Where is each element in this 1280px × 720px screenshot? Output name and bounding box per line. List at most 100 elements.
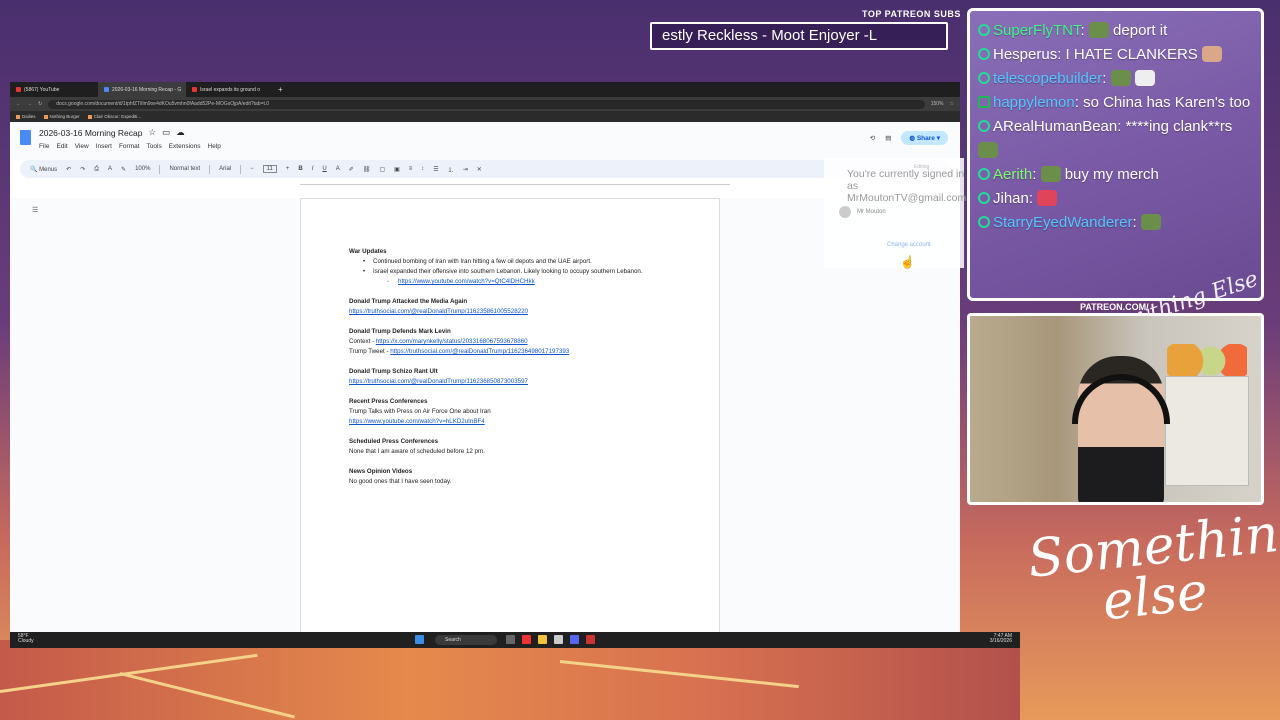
- bookmark-dailies[interactable]: Dailies: [16, 114, 36, 119]
- change-account-button[interactable]: Change account: [887, 242, 931, 248]
- italic-icon[interactable]: I: [312, 166, 314, 172]
- tab-label: (5867) YouTube: [24, 86, 60, 93]
- dresser: [1165, 376, 1249, 486]
- bold-icon[interactable]: B: [298, 166, 302, 172]
- document-canvas: ☰ War Updates Continued bombing of Iran …: [10, 198, 960, 644]
- heading-schizo-rant: Donald Trump Schizo Rant Ult: [349, 368, 438, 375]
- folder-icon: [87, 114, 92, 119]
- discord-icon[interactable]: [570, 635, 579, 644]
- menus-search[interactable]: 🔍 Menus: [30, 166, 57, 173]
- document-page[interactable]: War Updates Continued bombing of Iran wi…: [300, 198, 720, 644]
- chat-username: ARealHumanBean: [993, 118, 1118, 135]
- badge-icon: [978, 120, 990, 132]
- cloud-status-icon: ☁: [176, 127, 185, 137]
- trump-tweet-link[interactable]: https://truthsocial.com/@realDonaldTrump…: [390, 348, 569, 355]
- url-field[interactable]: docs.google.com/document/d/1tphfZTiIlm9o…: [48, 99, 925, 109]
- star-icon[interactable]: ☆: [148, 127, 156, 138]
- image-icon[interactable]: ▣: [394, 166, 400, 173]
- font-select[interactable]: Arial: [219, 166, 231, 172]
- comment-icon[interactable]: ▢: [379, 166, 385, 173]
- obs-icon[interactable]: [586, 635, 595, 644]
- tab-israel-news[interactable]: Israel expands its ground o: [186, 82, 274, 97]
- menu-edit[interactable]: Edit: [56, 143, 67, 150]
- schizo-truth-link[interactable]: https://truthsocial.com/@realDonaldTrump…: [349, 378, 528, 385]
- docs-icon: [104, 87, 109, 92]
- chat-username: StarryEyedWanderer: [993, 214, 1133, 231]
- clear-format-icon[interactable]: ✕: [477, 166, 482, 173]
- outline-icon[interactable]: ☰: [32, 206, 38, 214]
- something-else-logo: Something else: [1025, 500, 1280, 634]
- press-youtube-link[interactable]: https://www.youtube.com/watch?v=hLKD2uIn…: [349, 418, 485, 425]
- style-select[interactable]: Normal text: [169, 166, 200, 172]
- text-color-icon[interactable]: A: [336, 166, 340, 172]
- bookmark-label: Nothing Burger: [49, 114, 80, 119]
- increase-size-icon[interactable]: +: [286, 166, 290, 172]
- document-body[interactable]: War Updates Continued bombing of Iran wi…: [349, 247, 679, 487]
- menu-insert[interactable]: Insert: [96, 143, 112, 150]
- taskbar-search[interactable]: Search: [435, 635, 497, 645]
- heading-levin: Donald Trump Defends Mark Levin: [349, 328, 451, 335]
- numbered-list-icon[interactable]: ⒈: [448, 165, 454, 174]
- redo-icon[interactable]: ↷: [80, 166, 85, 173]
- font-size-input[interactable]: 11: [262, 165, 277, 173]
- weather-widget[interactable]: 58°F Cloudy: [18, 634, 34, 644]
- tab-youtube[interactable]: (5867) YouTube: [10, 82, 98, 97]
- move-folder-icon[interactable]: ▭: [162, 127, 170, 138]
- document-title[interactable]: 2026-03-16 Morning Recap: [39, 128, 142, 138]
- tab-bar: (5867) YouTube 2026-03-16 Morning Recap …: [10, 82, 960, 97]
- align-icon[interactable]: ≡: [409, 166, 413, 172]
- menu-view[interactable]: View: [75, 143, 89, 150]
- indent-icon[interactable]: ⇥: [463, 166, 468, 173]
- zoom-select[interactable]: 100%: [135, 166, 150, 172]
- paint-format-icon[interactable]: ✎: [121, 166, 126, 173]
- system-clock[interactable]: 7:47 AM 3/16/2026: [990, 634, 1012, 644]
- explorer-icon[interactable]: [538, 635, 547, 644]
- link-icon[interactable]: ⛓: [363, 166, 371, 173]
- bulleted-list-icon[interactable]: ☰: [433, 166, 438, 173]
- highlight-icon[interactable]: ✐: [349, 166, 354, 173]
- decrease-size-icon[interactable]: −: [250, 166, 254, 172]
- bookmark-clair-obscur[interactable]: Clair Obscur: Expediti...: [87, 114, 141, 119]
- history-icon[interactable]: ⟲: [870, 134, 875, 142]
- media-truth-link[interactable]: https://truthsocial.com/@realDonaldTrump…: [349, 308, 528, 315]
- store-icon[interactable]: [554, 635, 563, 644]
- line-spacing-icon[interactable]: ↕: [421, 166, 424, 172]
- menu-tools[interactable]: Tools: [147, 143, 162, 150]
- browser-icon[interactable]: [522, 635, 531, 644]
- badge-icon: [978, 192, 990, 204]
- war-youtube-link[interactable]: https://www.youtube.com/watch?v=QtC4lDHC…: [398, 278, 535, 285]
- comments-icon[interactable]: ▤: [885, 134, 891, 142]
- emote-icon: [1201, 46, 1222, 62]
- forward-icon[interactable]: →: [27, 101, 32, 107]
- underline-icon[interactable]: U: [322, 166, 326, 172]
- back-icon[interactable]: ←: [16, 101, 21, 107]
- zoom-badge[interactable]: 150%: [931, 101, 944, 107]
- menu-format[interactable]: Format: [119, 143, 140, 150]
- chat-text: ****ing clank**rs: [1121, 118, 1233, 135]
- chat-message: Hesperus: I HATE CLANKERS: [978, 43, 1253, 67]
- share-button[interactable]: ◍ Share ▾: [901, 131, 948, 145]
- task-view-icon[interactable]: [506, 635, 515, 644]
- ruler[interactable]: [300, 178, 730, 185]
- menu-file[interactable]: File: [39, 143, 49, 150]
- menu-help[interactable]: Help: [208, 143, 221, 150]
- context-x-link[interactable]: https://x.com/marynkelly/status/20331680…: [376, 338, 528, 345]
- chat-username: Aerith: [993, 166, 1033, 183]
- tab-google-doc[interactable]: 2026-03-16 Morning Recap - G: [98, 82, 186, 97]
- reload-icon[interactable]: ↻: [38, 101, 42, 107]
- plush-toys: [1167, 344, 1247, 378]
- new-tab-button[interactable]: +: [274, 85, 287, 94]
- weather-condition: Cloudy: [18, 638, 34, 644]
- spellcheck-icon[interactable]: A: [108, 166, 112, 172]
- bookmark-star-icon[interactable]: ☆: [950, 101, 954, 107]
- undo-icon[interactable]: ↶: [66, 166, 71, 173]
- avatar: [839, 206, 851, 218]
- windows-start-icon[interactable]: [415, 635, 424, 644]
- chat-text: I HATE CLANKERS: [1061, 46, 1198, 63]
- badge-icon: [978, 24, 990, 36]
- docs-logo-icon[interactable]: [20, 130, 31, 145]
- bookmark-nothing-burger[interactable]: Nothing Burger: [43, 114, 80, 119]
- docs-header: 2026-03-16 Morning Recap ☆ ▭ ☁ File Edit Vi…: [10, 122, 960, 160]
- print-icon[interactable]: ⎙: [94, 166, 99, 173]
- menu-extensions[interactable]: Extensions: [169, 143, 201, 150]
